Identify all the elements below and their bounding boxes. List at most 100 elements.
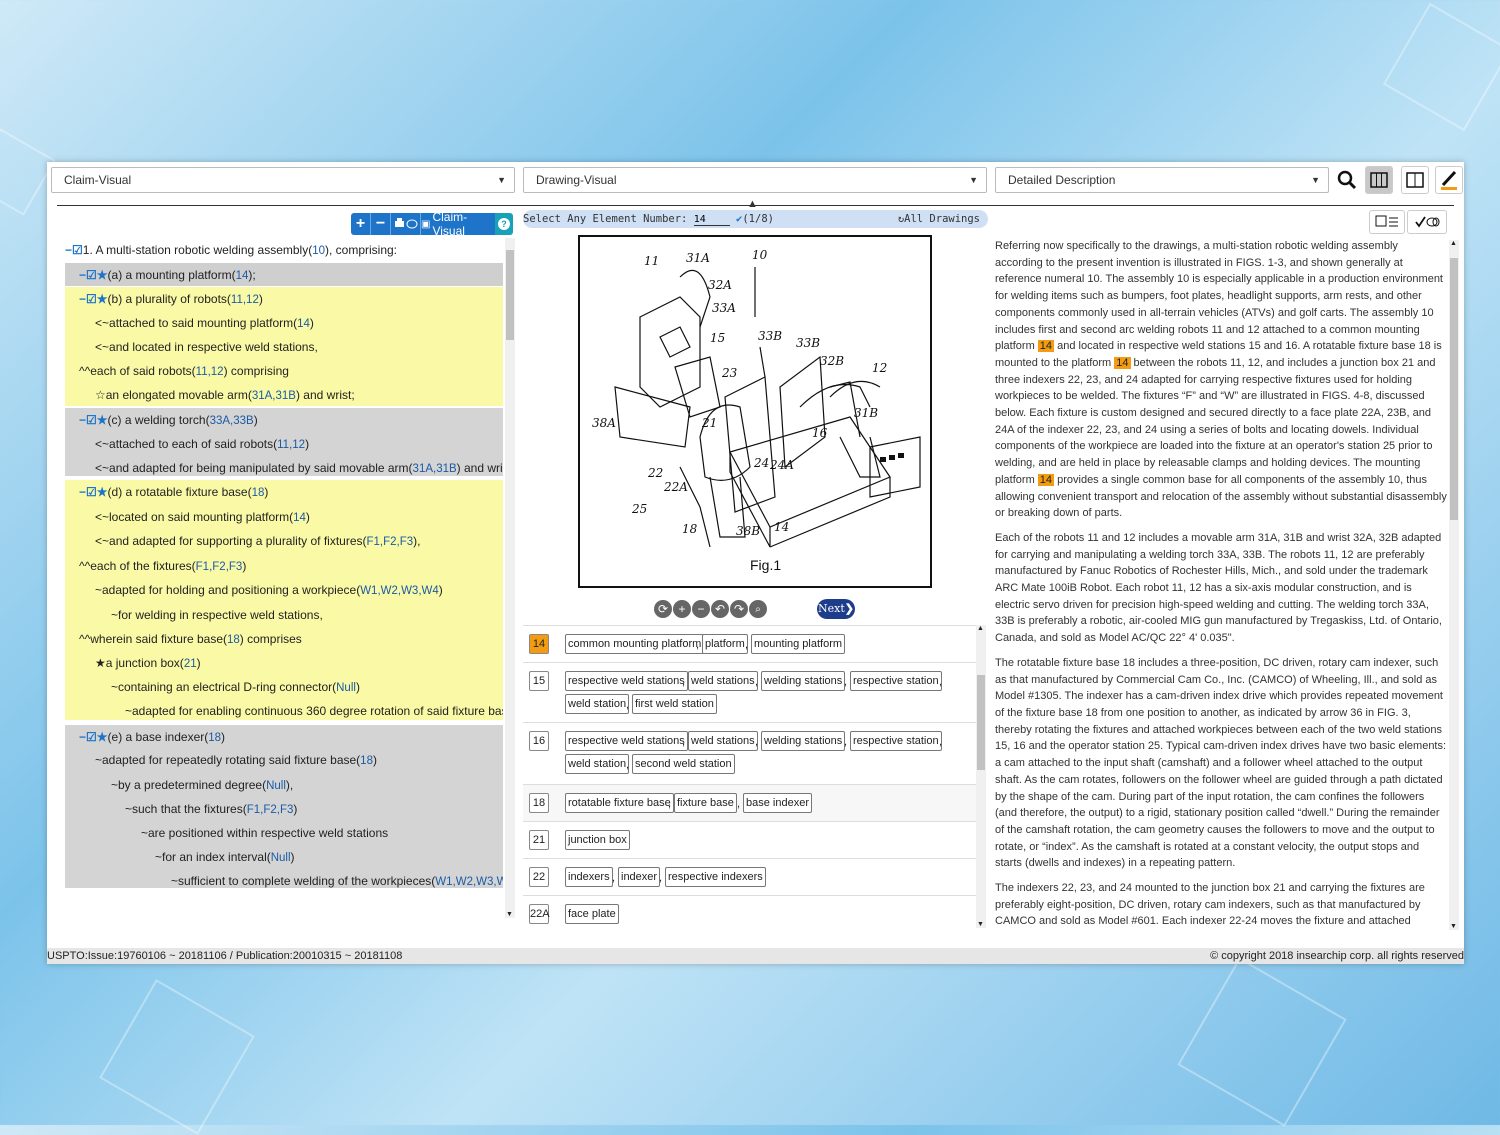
- element-row[interactable]: 15 respective weld stations, weld stations…: [523, 662, 978, 723]
- claim-reference-link[interactable]: 10: [312, 245, 325, 257]
- rotate-left-button[interactable]: ↶: [711, 600, 729, 618]
- claim-scrollbar-thumb[interactable]: [506, 250, 514, 340]
- search-button[interactable]: [1333, 166, 1361, 194]
- element-term-tag[interactable]: respective station: [850, 671, 942, 691]
- claim-reference-link[interactable]: F1,F2,F3: [367, 536, 414, 548]
- check-link-button[interactable]: [1407, 210, 1447, 234]
- right-view-select[interactable]: Detailed Description ▼: [995, 167, 1329, 193]
- patent-drawing[interactable]: 11 31A 10 32A 33A 15 23 33B 33B 32B 12 3…: [578, 235, 932, 588]
- collapse-all-button[interactable]: −: [371, 213, 391, 235]
- element-row[interactable]: 22 indexers, indexer, respective indexers: [523, 858, 978, 896]
- zoom-in-button[interactable]: +: [673, 600, 691, 618]
- element-number-input[interactable]: [693, 214, 730, 226]
- claim-reference-link[interactable]: 18: [360, 755, 373, 767]
- claim-reference-link[interactable]: W1,W2,W3,W4: [360, 585, 439, 597]
- element-list-scrollbar-thumb[interactable]: [977, 675, 985, 770]
- collapse-header-icon[interactable]: ▲: [747, 198, 758, 210]
- description-scrollbar-thumb[interactable]: [1450, 258, 1458, 520]
- claim-reference-link[interactable]: 11,12: [196, 366, 224, 378]
- middle-view-select[interactable]: Drawing-Visual ▼: [523, 167, 987, 193]
- element-term-tag[interactable]: indexers: [565, 867, 613, 887]
- element-term-tag[interactable]: respective station: [850, 731, 942, 751]
- claim-reference-link[interactable]: F1,F2,F3: [247, 804, 294, 816]
- element-term-tag[interactable]: respective weld stations: [565, 731, 688, 751]
- claim-toggle-icon[interactable]: −☑★: [79, 413, 108, 427]
- all-drawings-link[interactable]: ↻All Drawings: [898, 210, 980, 228]
- claim-reference-link[interactable]: Null: [336, 682, 356, 694]
- element-row[interactable]: 21 junction box: [523, 821, 978, 859]
- highlighted-element-number[interactable]: 14: [1037, 340, 1055, 353]
- element-row[interactable]: 22A face plate: [523, 895, 978, 928]
- zoom-out-button[interactable]: −: [692, 600, 710, 618]
- highlighted-element-number[interactable]: 14: [1114, 356, 1131, 369]
- claim-reference-link[interactable]: Null: [266, 780, 286, 792]
- claim-toggle-icon[interactable]: −☑: [65, 243, 83, 257]
- claim-toggle-icon[interactable]: −☑★: [79, 485, 108, 499]
- highlight-button[interactable]: [1435, 166, 1463, 194]
- element-number-badge[interactable]: 16: [529, 731, 549, 751]
- scroll-up-icon[interactable]: ▲: [1450, 240, 1457, 247]
- highlighted-element-number[interactable]: 14: [1037, 473, 1055, 486]
- left-view-select[interactable]: Claim-Visual ▼: [51, 167, 515, 193]
- description-scrollbar[interactable]: ▲ ▼: [1449, 240, 1459, 930]
- claim-reference-link[interactable]: F1,F2,F3: [196, 561, 243, 573]
- element-term-tag[interactable]: junction box: [565, 830, 630, 850]
- claim-reference-link[interactable]: 21: [184, 658, 197, 670]
- claim-scrollbar[interactable]: ▼: [505, 238, 515, 918]
- claim-reference-link[interactable]: 31A,31B: [413, 463, 457, 475]
- claim-reference-link[interactable]: 31A,31B: [252, 390, 296, 402]
- element-row[interactable]: 18 rotatable fixture base, fixture base, ba…: [523, 784, 978, 822]
- reset-zoom-button[interactable]: ⟳: [654, 600, 672, 618]
- magnify-button[interactable]: ⌕: [749, 600, 767, 618]
- image-text-view-button[interactable]: [1369, 210, 1405, 234]
- element-term-tag[interactable]: fixture base: [674, 793, 737, 813]
- claim-toggle-icon[interactable]: −☑★: [79, 730, 108, 744]
- element-term-tag[interactable]: face plate: [565, 904, 619, 924]
- claim-reference-link[interactable]: W1,W2,W3,W4: [435, 876, 503, 888]
- two-column-layout-button[interactable]: [1401, 166, 1429, 194]
- element-term-tag[interactable]: weld stations: [688, 671, 758, 691]
- element-term-tag[interactable]: rotatable fixture base: [565, 793, 674, 813]
- element-term-tag[interactable]: welding stations: [761, 671, 846, 691]
- three-column-layout-button[interactable]: [1365, 166, 1393, 194]
- element-term-tag[interactable]: respective weld stations: [565, 671, 688, 691]
- scroll-down-icon[interactable]: ▼: [977, 921, 984, 928]
- claim-reference-link[interactable]: 14: [293, 512, 306, 524]
- claim-reference-link[interactable]: 18: [252, 487, 265, 499]
- element-term-tag[interactable]: welding stations: [761, 731, 846, 751]
- element-number-badge[interactable]: 21: [529, 830, 549, 850]
- element-term-tag[interactable]: second weld station: [632, 754, 735, 774]
- element-term-tag[interactable]: weld stations: [688, 731, 758, 751]
- element-term-tag[interactable]: indexer: [618, 867, 661, 887]
- element-row[interactable]: 16 respective weld stations, weld stations…: [523, 722, 978, 785]
- print-chat-button[interactable]: [391, 213, 421, 235]
- rotate-right-button[interactable]: ↷: [730, 600, 748, 618]
- element-list-scrollbar[interactable]: ▲ ▼: [976, 625, 986, 928]
- element-term-tag[interactable]: first weld station: [632, 694, 717, 714]
- element-term-tag[interactable]: common mounting platform: [565, 634, 705, 654]
- claim-toggle-icon[interactable]: −☑★: [79, 292, 108, 306]
- claim-reference-link[interactable]: 18: [208, 732, 221, 744]
- claim-visual-button[interactable]: ▣ Claim-Visual: [421, 210, 495, 238]
- claim-reference-link[interactable]: 11,12: [231, 294, 259, 306]
- scroll-up-icon[interactable]: ▲: [977, 625, 984, 632]
- element-number-badge[interactable]: 22: [529, 867, 549, 887]
- claim-reference-link[interactable]: 14: [297, 318, 310, 330]
- claim-reference-link[interactable]: 18: [227, 634, 240, 646]
- claim-toggle-icon[interactable]: −☑★: [79, 268, 108, 282]
- element-term-tag[interactable]: weld station: [565, 754, 630, 774]
- element-term-tag[interactable]: weld station: [565, 694, 630, 714]
- element-term-tag[interactable]: platform: [702, 634, 748, 654]
- element-number-badge[interactable]: 18: [529, 793, 549, 813]
- help-button[interactable]: ?: [495, 213, 513, 235]
- element-number-badge[interactable]: 22A: [529, 904, 550, 924]
- claim-reference-link[interactable]: 33A,33B: [210, 415, 254, 427]
- claim-reference-link[interactable]: 14: [236, 270, 249, 282]
- scroll-down-icon[interactable]: ▼: [506, 911, 513, 918]
- element-number-badge[interactable]: 14: [529, 634, 549, 654]
- element-term-tag[interactable]: respective indexers: [665, 867, 766, 887]
- element-number-badge[interactable]: 15: [529, 671, 549, 691]
- expand-all-button[interactable]: +: [351, 213, 371, 235]
- scroll-down-icon[interactable]: ▼: [1450, 923, 1457, 930]
- element-row[interactable]: 14 common mounting platform, platform, moun…: [523, 625, 978, 663]
